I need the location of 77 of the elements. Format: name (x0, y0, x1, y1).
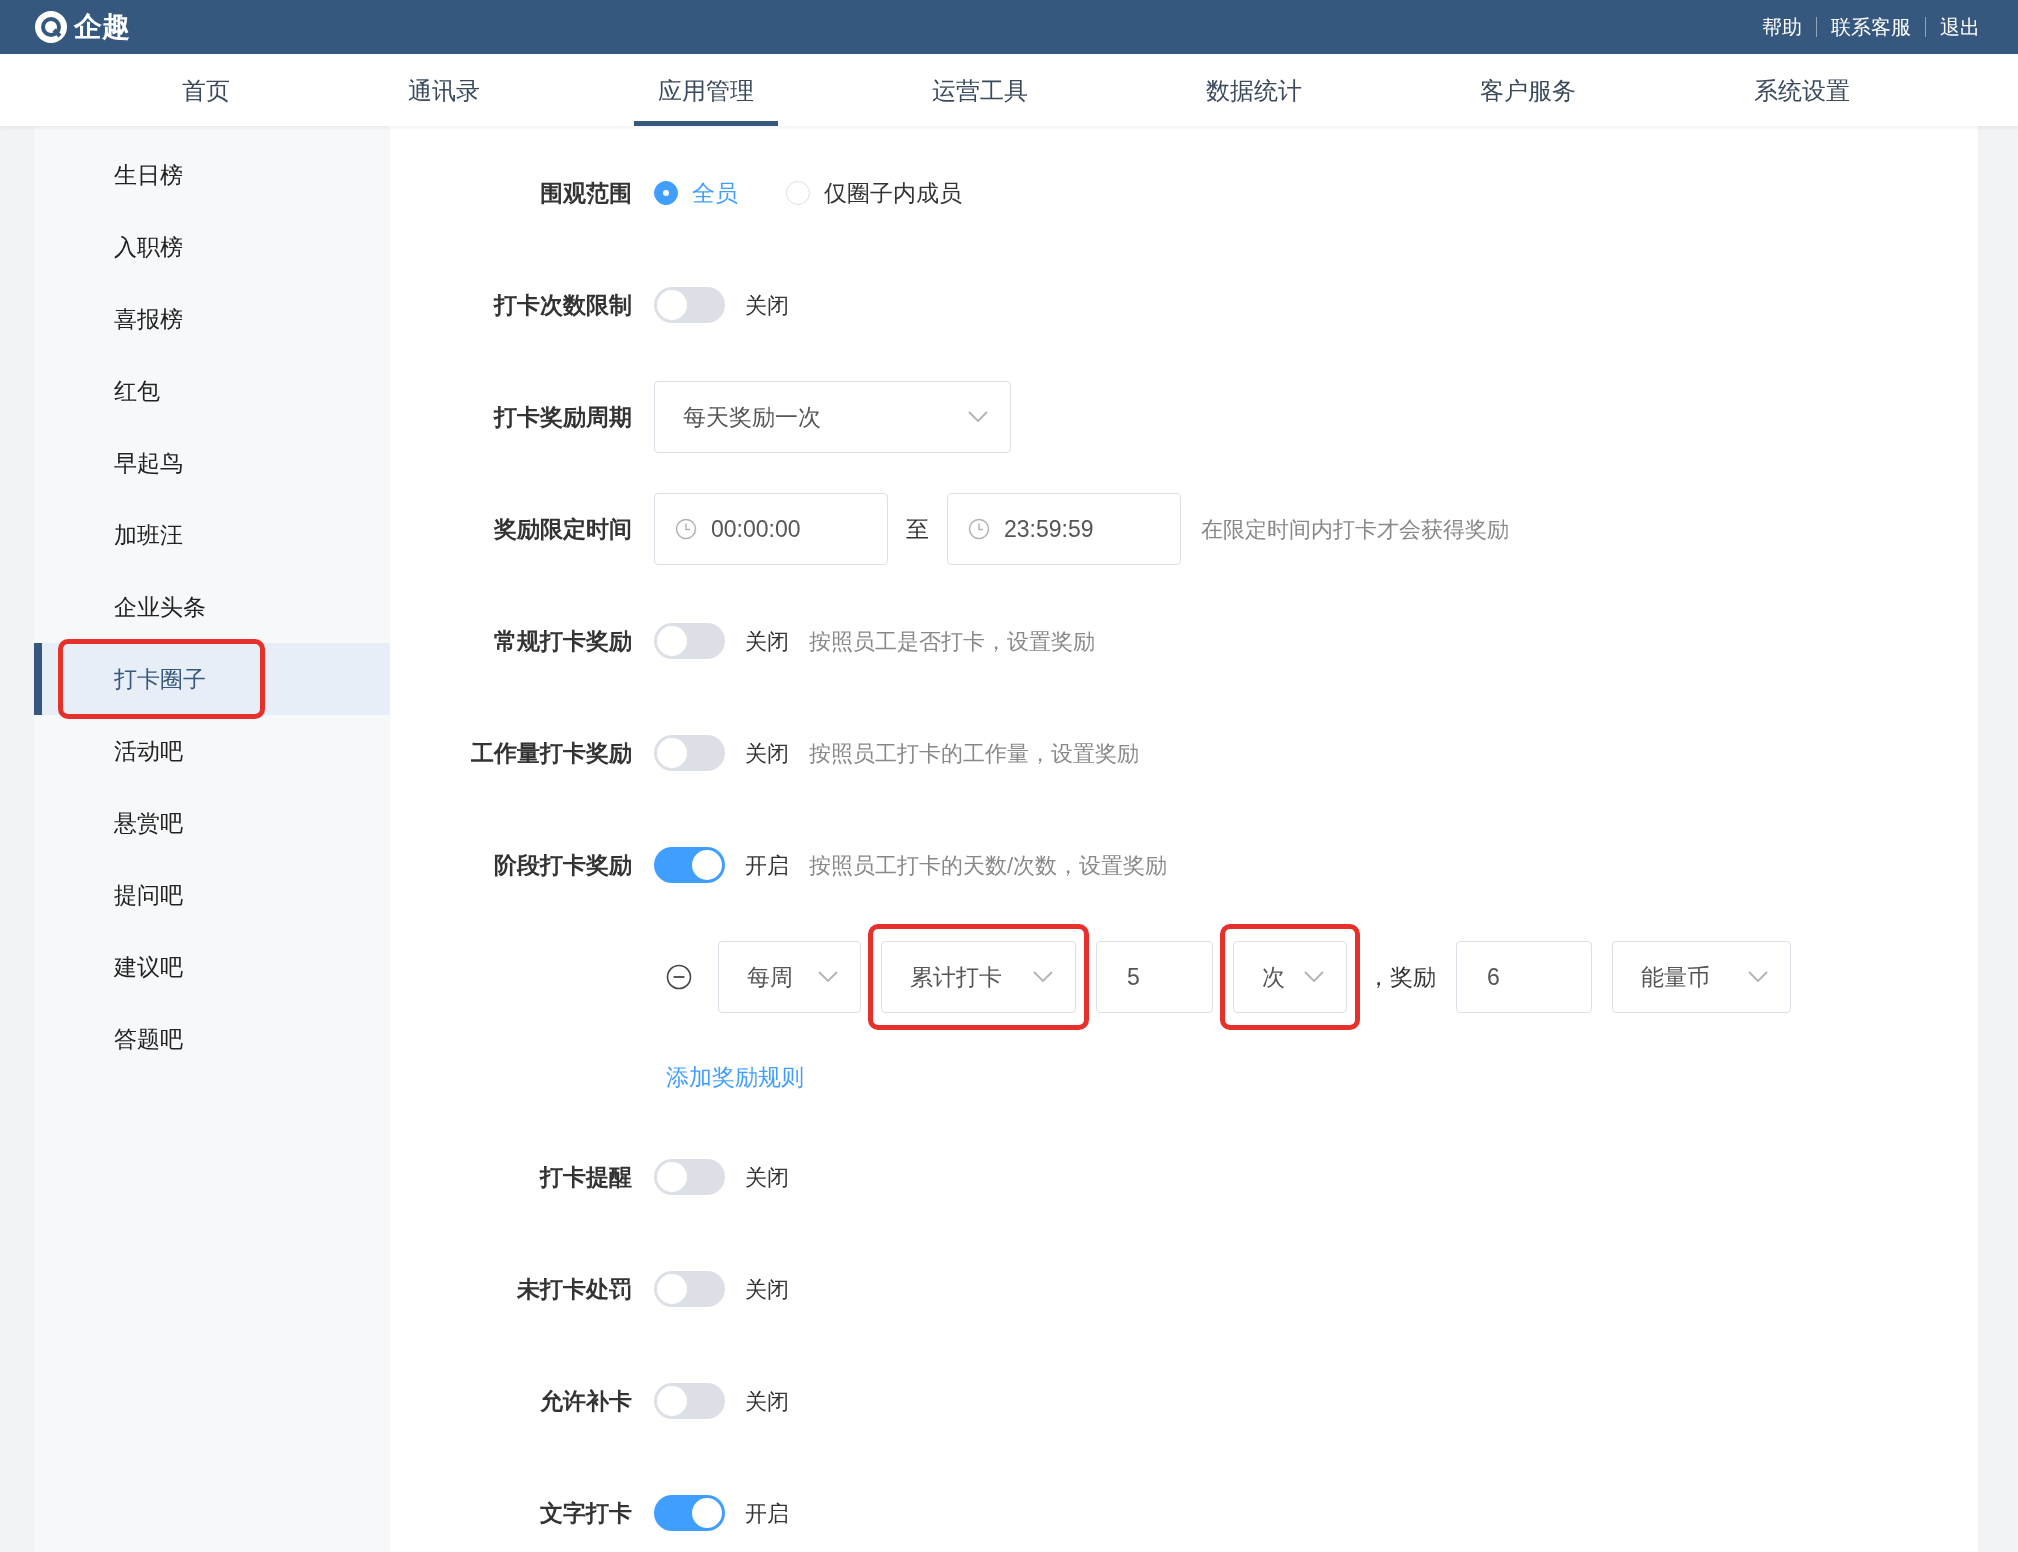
logo-icon (34, 10, 68, 44)
nav-tab[interactable]: 数据统计 (1182, 54, 1326, 126)
toggle-switch[interactable] (654, 287, 725, 323)
remove-circle-icon[interactable] (666, 964, 692, 990)
hint-text: 按照员工打卡的工作量，设置奖励 (809, 739, 1139, 768)
select-field[interactable]: 次 (1233, 941, 1347, 1013)
header-link[interactable]: 退出 (1925, 17, 1980, 37)
field-label: 打卡次数限制 (492, 290, 633, 320)
toggle-switch[interactable] (654, 1383, 725, 1419)
toggle-switch[interactable] (654, 1271, 725, 1307)
sidebar-item[interactable]: 活动吧 (34, 715, 390, 787)
field-label: 允许补卡 (539, 1386, 633, 1416)
sidebar-item[interactable]: 悬赏吧 (34, 787, 390, 859)
field-label: 阶段打卡奖励 (493, 850, 633, 880)
toggle-state: 开启 (745, 1499, 789, 1528)
time-field[interactable]: 00:00:00 (654, 493, 888, 565)
sidebar-item[interactable]: 生日榜 (34, 139, 390, 211)
radio-option[interactable]: 仅圈子内成员 (786, 175, 962, 211)
range-separator: 至 (906, 514, 929, 544)
select-field[interactable]: 每周 (718, 941, 861, 1013)
nav-tab[interactable]: 系统设置 (1730, 54, 1874, 126)
toggle-state: 关闭 (745, 1275, 789, 1304)
sidebar-item[interactable]: 提问吧 (34, 859, 390, 931)
logo-text: 企趣 (74, 10, 130, 44)
number-field[interactable]: 6 (1456, 941, 1592, 1013)
sidebar-item[interactable]: 红包 (34, 355, 390, 427)
field-label: 打卡提醒 (538, 1162, 633, 1192)
sidebar-item[interactable]: 企业头条 (34, 571, 390, 643)
sidebar-item[interactable]: 入职榜 (34, 211, 390, 283)
header-link[interactable]: 联系客服 (1816, 17, 1925, 37)
sidebar-item[interactable]: 喜报榜 (34, 283, 390, 355)
select-field[interactable]: 累计打卡 (881, 941, 1076, 1013)
nav-tab[interactable]: 客户服务 (1456, 54, 1600, 126)
toggle-switch[interactable] (654, 1495, 725, 1531)
radio-label: 仅圈子内成员 (824, 178, 962, 208)
number-field[interactable]: 5 (1096, 941, 1213, 1013)
chevron-icon (1748, 971, 1768, 983)
time-field[interactable]: 23:59:59 (947, 493, 1181, 565)
clock-icon (675, 518, 697, 540)
sidebar-item[interactable]: 早起鸟 (34, 427, 390, 499)
select-field[interactable]: 每天奖励一次 (654, 381, 1011, 453)
toggle-state: 开启 (745, 851, 789, 880)
toggle-state: 关闭 (745, 1387, 789, 1416)
header-link[interactable]: 帮助 (1748, 17, 1816, 37)
chevron-icon (1304, 971, 1324, 983)
toggle-state: 关闭 (745, 627, 789, 656)
nav-tab[interactable]: 运营工具 (908, 54, 1052, 126)
radio-label: 全员 (692, 178, 738, 208)
hint-text: 按照员工是否打卡，设置奖励 (809, 627, 1095, 656)
clock-icon (968, 518, 990, 540)
toggle-switch[interactable] (654, 735, 725, 771)
rule-text: ，奖励 (1367, 962, 1436, 992)
field-label: 工作量打卡奖励 (470, 738, 633, 768)
hint-text: 按照员工打卡的天数/次数，设置奖励 (809, 851, 1168, 880)
field-label: 未打卡处罚 (516, 1274, 633, 1304)
toggle-switch[interactable] (654, 1159, 725, 1195)
nav-tab[interactable]: 通讯录 (384, 54, 504, 126)
field-label: 常规打卡奖励 (493, 626, 633, 656)
sidebar-item[interactable]: 建议吧 (34, 931, 390, 1003)
field-label: 文字打卡 (539, 1498, 633, 1528)
field-label: 围观范围 (539, 178, 633, 208)
chevron-icon (818, 971, 838, 983)
radio-button[interactable] (654, 181, 678, 205)
chevron-icon (1033, 971, 1053, 983)
field-label: 打卡奖励周期 (492, 402, 633, 432)
nav-tab[interactable]: 首页 (158, 54, 254, 126)
toggle-state: 关闭 (745, 739, 789, 768)
toggle-state: 关闭 (745, 1163, 789, 1192)
toggle-state: 关闭 (745, 291, 789, 320)
sidebar-item[interactable]: 加班汪 (34, 499, 390, 571)
field-label: 奖励限定时间 (493, 514, 633, 544)
hint-text: 在限定时间内打卡才会获得奖励 (1201, 515, 1509, 544)
sidebar-item[interactable]: 答题吧 (34, 1003, 390, 1075)
select-field[interactable]: 能量币 (1612, 941, 1791, 1013)
toggle-switch[interactable] (654, 623, 725, 659)
chevron-icon (968, 411, 988, 423)
toggle-switch[interactable] (654, 847, 725, 883)
